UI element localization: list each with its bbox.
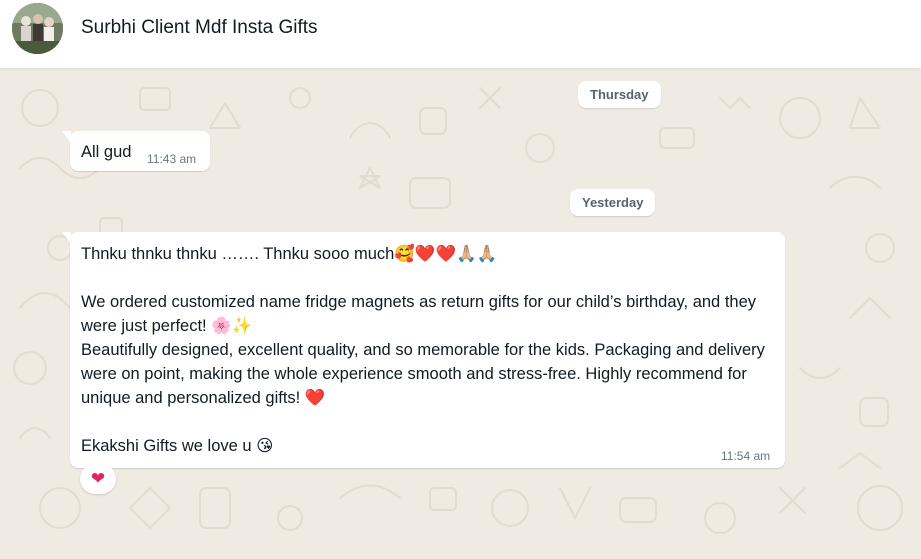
avatar[interactable] xyxy=(12,3,63,54)
message-bubble-incoming[interactable]: Thnku thnku thnku ……. Thnku sooo much🥰❤️… xyxy=(62,232,785,468)
message-text: All gud xyxy=(81,143,132,161)
reaction-heart-icon[interactable]: ❤ xyxy=(80,464,116,494)
date-separator-yesterday: Yesterday xyxy=(570,189,656,216)
message-bubble-incoming[interactable]: All gud 11:43 am xyxy=(62,131,210,171)
message-timestamp: 11:43 am xyxy=(147,152,197,166)
chat-header[interactable]: Surbhi Client Mdf Insta Gifts xyxy=(0,0,921,68)
message-line-1: Thnku thnku thnku ……. Thnku sooo much🥰❤️… xyxy=(81,245,498,263)
date-separator-thursday: Thursday xyxy=(578,81,661,108)
message-paragraph-2: We ordered customized name fridge magnet… xyxy=(81,293,765,407)
heart-icon: ❤ xyxy=(90,469,106,488)
message-paragraph-3: Ekakshi Gifts we love u 😘 xyxy=(81,437,274,455)
message-timestamp: 11:54 am xyxy=(721,449,771,463)
chat-title[interactable]: Surbhi Client Mdf Insta Gifts xyxy=(81,17,318,39)
group-photo-avatar-icon xyxy=(12,3,63,54)
